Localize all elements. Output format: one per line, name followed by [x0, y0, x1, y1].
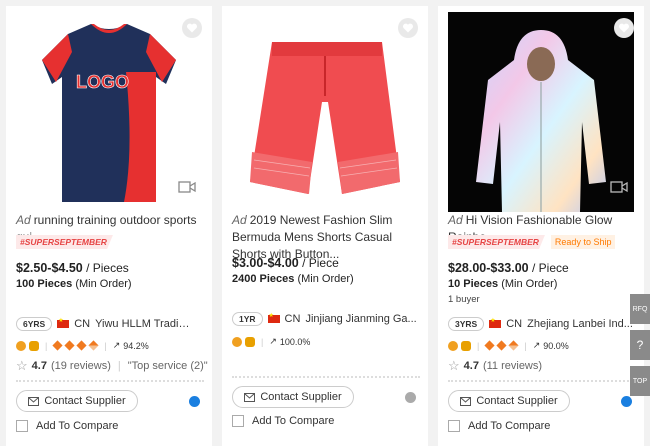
supplier-badges: | | ↗ 90.0% — [448, 340, 569, 351]
star-icon: ☆ — [16, 358, 28, 373]
diamond-icon — [484, 340, 495, 351]
response-rate: 100.0% — [279, 336, 311, 347]
product-card[interactable]: AdHi Vision Fashionable Glow Rainbo... #… — [438, 6, 644, 446]
verified-icon — [461, 340, 471, 351]
ad-label: Ad — [448, 213, 463, 227]
min-order: 2400 Pieces (Min Order) — [232, 273, 354, 285]
rating-value: 4.7 — [31, 360, 47, 372]
gold-supplier-icon — [448, 340, 458, 351]
reflective-jacket-image[interactable] — [448, 12, 634, 212]
offline-chat-icon[interactable] — [405, 392, 416, 403]
country-code: CN — [284, 313, 301, 325]
favorite-heart-icon[interactable] — [614, 18, 634, 38]
product-card[interactable]: Ad 2019 Newest Fashion Slim Bermuda Mens … — [222, 6, 428, 446]
response-icon: ↗ — [269, 336, 277, 346]
contact-supplier-button[interactable]: Contact Supplier — [448, 390, 570, 412]
response-rate: 90.0% — [543, 340, 569, 351]
price: $2.50-$4.50 / Pieces — [16, 261, 129, 275]
divider — [16, 380, 204, 382]
compare-checkbox[interactable] — [16, 420, 28, 432]
favorite-heart-icon[interactable] — [398, 18, 418, 38]
diamond-icon — [76, 340, 87, 351]
online-chat-icon[interactable] — [189, 396, 200, 407]
rating-row[interactable]: ☆ 4.7 (11 reviews) — [448, 358, 542, 374]
buyer-count: 1 buyer — [448, 294, 480, 305]
min-order: 10 Pieces (Min Order) — [448, 278, 558, 290]
verified-icon — [245, 336, 255, 347]
review-count[interactable]: (11 reviews) — [483, 360, 542, 372]
mail-icon — [28, 396, 40, 406]
half-diamond-icon — [88, 340, 99, 351]
response-icon: ↗ — [532, 340, 541, 350]
country-code: CN — [506, 318, 523, 330]
supplier-row[interactable]: 3YRS CN Zhejiang Lanbei Ind... — [448, 317, 635, 331]
ad-label: Ad — [16, 213, 31, 227]
supplier-badges: | ↗ 100.0% — [232, 336, 310, 347]
diamond-icon — [52, 340, 63, 351]
product-card[interactable]: LOGO Adrunning training outdoor sports q… — [6, 6, 212, 446]
shorts-image[interactable] — [232, 12, 418, 212]
svg-text:LOGO: LOGO — [76, 72, 129, 92]
divider — [448, 380, 636, 382]
half-diamond-icon — [508, 340, 519, 351]
mail-icon — [460, 396, 472, 406]
gold-supplier-icon — [232, 336, 242, 347]
supplier-name[interactable]: Jinjiang Jianming Ga... — [305, 313, 420, 325]
verified-icon — [29, 340, 39, 351]
online-chat-icon[interactable] — [621, 396, 632, 407]
years-badge: 6YRS — [16, 317, 53, 331]
sports-tshirt-image[interactable]: LOGO — [16, 12, 202, 212]
china-flag-icon — [489, 317, 502, 328]
add-to-compare[interactable]: Add To Compare — [448, 420, 550, 432]
review-note: "Top service (2)" — [127, 360, 208, 372]
ready-to-ship-tag: Ready to Ship — [550, 235, 616, 249]
mail-icon — [244, 392, 256, 402]
rating-value: 4.7 — [463, 360, 479, 372]
supplier-name[interactable]: Yiwu HLLM Trading ... — [95, 318, 195, 330]
supplier-badges: | | ↗ 94.2% — [16, 340, 149, 351]
supplier-name[interactable]: Zhejiang Lanbei Ind... — [527, 318, 635, 330]
add-to-compare[interactable]: Add To Compare — [232, 415, 334, 427]
compare-checkbox[interactable] — [448, 420, 460, 432]
tag-row: #SUPERSEPTEMBER Ready to Ship — [448, 235, 616, 249]
video-icon — [610, 181, 628, 193]
country-code: CN — [74, 318, 91, 330]
promo-tag: #SUPERSEPTEMBER — [448, 235, 545, 249]
supplier-row[interactable]: 1YR CN Jinjiang Jianming Ga... — [232, 312, 420, 326]
gold-supplier-icon — [16, 340, 26, 351]
china-flag-icon — [57, 317, 70, 328]
star-icon: ☆ — [448, 358, 460, 373]
price: $28.00-$33.00 / Piece — [448, 261, 569, 275]
compare-checkbox[interactable] — [232, 415, 244, 427]
price: $3.00-$4.00 / Piece — [232, 256, 339, 270]
review-count[interactable]: (19 reviews) — [51, 360, 111, 372]
response-icon: ↗ — [112, 340, 121, 350]
contact-supplier-button[interactable]: Contact Supplier — [232, 386, 354, 408]
rating-row[interactable]: ☆ 4.7 (19 reviews) | "Top service (2)" — [16, 358, 208, 374]
diamond-icon — [64, 340, 75, 351]
back-to-top-button[interactable]: TOP — [630, 366, 650, 396]
add-to-compare[interactable]: Add To Compare — [16, 420, 118, 432]
rfq-button[interactable]: RFQ — [630, 294, 650, 324]
divider — [232, 376, 420, 378]
promo-tag: #SUPERSEPTEMBER — [16, 235, 113, 249]
supplier-row[interactable]: 6YRS CN Yiwu HLLM Trading ... — [16, 317, 195, 331]
years-badge: 1YR — [232, 312, 263, 326]
years-badge: 3YRS — [448, 317, 485, 331]
ad-label: Ad — [232, 213, 247, 227]
response-rate: 94.2% — [123, 340, 149, 351]
china-flag-icon — [267, 312, 280, 323]
help-button[interactable]: ? — [630, 330, 650, 360]
video-icon — [178, 181, 196, 193]
tag-row: #SUPERSEPTEMBER — [16, 235, 113, 249]
min-order: 100 Pieces (Min Order) — [16, 278, 132, 290]
contact-supplier-button[interactable]: Contact Supplier — [16, 390, 138, 412]
favorite-heart-icon[interactable] — [182, 18, 202, 38]
diamond-icon — [496, 340, 507, 351]
